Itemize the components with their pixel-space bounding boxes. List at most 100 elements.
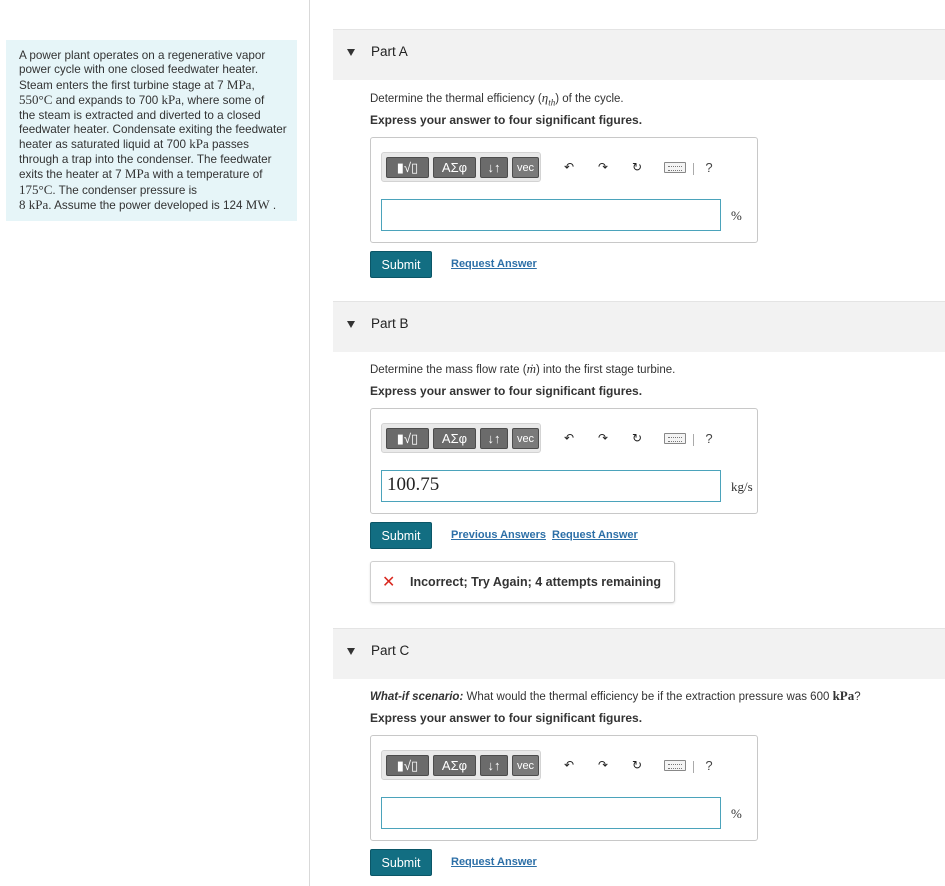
undo-icon[interactable]: ↶ [559, 157, 579, 177]
problem-quantity: MW [245, 197, 270, 213]
arrows-button[interactable]: ↓↑ [480, 755, 508, 776]
keyboard-icon[interactable] [661, 428, 689, 448]
collapse-caret-icon[interactable] [347, 49, 355, 56]
part-b-question: Determine the mass flow rate (ṁ) into th… [370, 361, 675, 377]
collapse-caret-icon[interactable] [347, 648, 355, 655]
part-b-question-pre: Determine the mass flow rate ( [370, 364, 527, 376]
part-b-answer-input[interactable]: 100.75 [381, 470, 721, 502]
part-b-submit-button[interactable]: Submit [370, 522, 432, 549]
greek-symbols-button[interactable]: ΑΣφ [433, 428, 476, 449]
redo-icon[interactable]: ↷ [593, 157, 613, 177]
keyboard-icon[interactable] [661, 157, 689, 177]
part-c-request-answer-link[interactable]: Request Answer [451, 856, 537, 868]
problem-quantity: kPa [189, 136, 209, 152]
equation-toolbar: ▮√▯ ΑΣφ ↓↑ vec ↶ ↷ ↻ ? [381, 423, 745, 453]
templates-button[interactable]: ▮√▯ [386, 157, 429, 178]
problem-text: through a trap into the condenser. The f… [19, 152, 272, 166]
part-a-request-answer-link[interactable]: Request Answer [451, 258, 537, 270]
templates-button[interactable]: ▮√▯ [386, 755, 429, 776]
problem-quantity: 550°C [19, 92, 53, 108]
problem-text: feedwater heater. Condensate exiting the… [19, 123, 287, 137]
feedback-message: Incorrect; Try Again; 4 attempts remaini… [410, 575, 661, 589]
problem-quantity: 8 kPa [19, 197, 49, 213]
arrows-button[interactable]: ↓↑ [480, 428, 508, 449]
toolbar-group: ▮√▯ ΑΣφ ↓↑ vec [381, 423, 541, 453]
arrows-button[interactable]: ↓↑ [480, 157, 508, 178]
redo-icon[interactable]: ↷ [593, 428, 613, 448]
equation-toolbar: ▮√▯ ΑΣφ ↓↑ vec ↶ ↷ ↻ ? [381, 750, 745, 780]
part-b-answer-box: ▮√▯ ΑΣφ ↓↑ vec ↶ ↷ ↻ ? 100.75 kg/s [370, 408, 758, 514]
toolbar-separator [693, 163, 694, 175]
problem-quantity: MPa [226, 76, 252, 92]
part-b-previous-answers-link[interactable]: Previous Answers [451, 529, 546, 541]
part-c-answer-box: ▮√▯ ΑΣφ ↓↑ vec ↶ ↷ ↻ ? % [370, 735, 758, 841]
what-if-lead: What-if scenario: [370, 691, 464, 703]
help-button[interactable]: ? [699, 428, 719, 448]
toolbar-separator [693, 434, 694, 446]
equation-toolbar: ▮√▯ ΑΣφ ↓↑ vec ↶ ↷ ↻ ? [381, 152, 745, 182]
vector-button[interactable]: vec [512, 428, 539, 449]
vector-button[interactable]: vec [512, 755, 539, 776]
toolbar-group: ▮√▯ ΑΣφ ↓↑ vec [381, 750, 541, 780]
part-c-question-body: What would the thermal efficiency be if … [463, 691, 833, 703]
part-c-instruction: Express your answer to four significant … [370, 711, 643, 725]
problem-line: power cycle with one closed feedwater he… [19, 63, 289, 77]
keyboard-icon[interactable] [661, 755, 689, 775]
problem-text: the steam is extracted and diverted to a… [19, 108, 261, 122]
part-a-unit: % [731, 208, 742, 223]
problem-quantity: 175°C [19, 181, 53, 197]
toolbar-group: ▮√▯ ΑΣφ ↓↑ vec [381, 152, 541, 182]
problem-text: power cycle with one closed feedwater he… [19, 63, 259, 77]
problem-line: Steam enters the first turbine stage at … [19, 76, 289, 93]
part-c-question-end: ? [854, 691, 861, 703]
help-button[interactable]: ? [699, 157, 719, 177]
problem-text: with a temperature of [149, 168, 263, 182]
part-a-header[interactable]: Part A [333, 29, 945, 80]
collapse-caret-icon[interactable] [347, 321, 355, 328]
reset-icon[interactable]: ↻ [627, 157, 647, 177]
part-b-title: Part B [371, 316, 409, 331]
problem-statement: A power plant operates on a regenerative… [6, 40, 297, 221]
problem-quantity: MPa [124, 166, 150, 182]
problem-text: exits the heater at 7 [19, 168, 125, 182]
problem-text: , where some of [181, 94, 265, 108]
part-b-question-post: ) into the first stage turbine. [535, 364, 676, 376]
part-a-answer-box: ▮√▯ ΑΣφ ↓↑ vec ↶ ↷ ↻ ? % [370, 137, 758, 243]
problem-line: through a trap into the condenser. The f… [19, 153, 289, 167]
part-a-question-post: ) of the cycle. [555, 93, 624, 105]
part-b-instruction: Express your answer to four significant … [370, 384, 643, 398]
problem-text: passes [208, 138, 250, 152]
undo-icon[interactable]: ↶ [559, 428, 579, 448]
part-c-question-unit: kPa [832, 688, 855, 703]
problem-line: heater as saturated liquid at 700 kPa pa… [19, 137, 289, 152]
undo-icon[interactable]: ↶ [559, 755, 579, 775]
problem-line: feedwater heater. Condensate exiting the… [19, 123, 289, 137]
greek-symbols-button[interactable]: ΑΣφ [433, 157, 476, 178]
part-b-request-answer-link[interactable]: Request Answer [552, 529, 638, 541]
part-a-question-pre: Determine the thermal efficiency ( [370, 93, 542, 105]
part-a-question: Determine the thermal efficiency (ηth) o… [370, 90, 624, 107]
part-a-answer-input[interactable] [381, 199, 721, 231]
problem-text: heater as saturated liquid at 700 [19, 138, 190, 152]
problem-text: . [269, 199, 277, 213]
part-b-header[interactable]: Part B [333, 301, 945, 352]
problem-line: 550°C and expands to 700 kPa, where some… [19, 93, 289, 108]
part-a-submit-button[interactable]: Submit [370, 251, 432, 278]
greek-symbols-button[interactable]: ΑΣφ [433, 755, 476, 776]
help-button[interactable]: ? [699, 755, 719, 775]
reset-icon[interactable]: ↻ [627, 755, 647, 775]
problem-line: the steam is extracted and diverted to a… [19, 109, 289, 123]
part-c-header[interactable]: Part C [333, 628, 945, 679]
part-c-submit-button[interactable]: Submit [370, 849, 432, 876]
problem-text: and expands to 700 [52, 94, 162, 108]
incorrect-x-icon: ✕ [382, 574, 396, 591]
part-a-instruction: Express your answer to four significant … [370, 113, 643, 127]
part-c-question: What-if scenario: What would the thermal… [370, 688, 861, 704]
vector-button[interactable]: vec [512, 157, 539, 178]
problem-line: 175°C. The condenser pressure is [19, 181, 289, 198]
redo-icon[interactable]: ↷ [593, 755, 613, 775]
reset-icon[interactable]: ↻ [627, 428, 647, 448]
problem-text: , [251, 78, 255, 92]
part-c-answer-input[interactable] [381, 797, 721, 829]
templates-button[interactable]: ▮√▯ [386, 428, 429, 449]
